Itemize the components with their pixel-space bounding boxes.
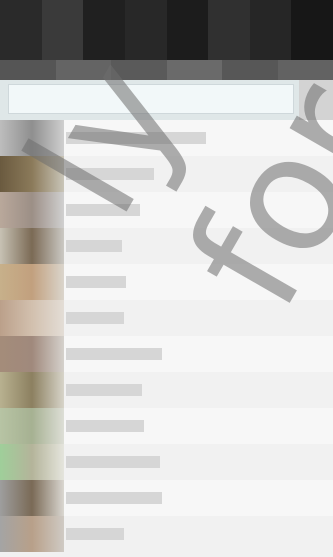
toolbar-button[interactable] [55, 60, 111, 80]
item-title-bar [66, 348, 162, 360]
item-thumbnail [0, 336, 64, 372]
list-item[interactable] [0, 120, 333, 156]
header-segment [166, 0, 209, 60]
list-item[interactable] [0, 480, 333, 516]
toolbar-button[interactable] [111, 60, 167, 80]
item-thumbnail [0, 192, 64, 228]
header-segment [41, 0, 84, 60]
list-item[interactable] [0, 264, 333, 300]
app-header [0, 0, 333, 60]
header-segment [291, 0, 333, 60]
item-thumbnail [0, 408, 64, 444]
list-item[interactable] [0, 408, 333, 444]
toolbar-button[interactable] [166, 60, 222, 80]
header-segment [249, 0, 292, 60]
item-thumbnail [0, 480, 64, 516]
header-segment [124, 0, 167, 60]
list-item[interactable] [0, 156, 333, 192]
list-item[interactable] [0, 516, 333, 552]
toolbar-button[interactable] [277, 60, 333, 80]
item-thumbnail [0, 228, 64, 264]
list-item[interactable] [0, 228, 333, 264]
item-title-bar [66, 384, 142, 396]
item-title-bar [66, 132, 206, 144]
list-item[interactable] [0, 192, 333, 228]
item-thumbnail [0, 264, 64, 300]
item-thumbnail [0, 300, 64, 336]
content-list [0, 120, 333, 557]
item-title-bar [66, 168, 154, 180]
header-segment [0, 0, 42, 60]
item-thumbnail [0, 444, 64, 480]
search-side-panel [299, 80, 333, 120]
item-title-bar [66, 240, 122, 252]
list-item[interactable] [0, 300, 333, 336]
item-thumbnail [0, 120, 64, 156]
header-segment [208, 0, 250, 60]
item-title-bar [66, 204, 140, 216]
item-title-bar [66, 312, 124, 324]
item-title-bar [66, 276, 126, 288]
list-item[interactable] [0, 336, 333, 372]
item-thumbnail [0, 372, 64, 408]
item-title-bar [66, 420, 144, 432]
item-thumbnail [0, 516, 64, 552]
search-area [0, 80, 333, 120]
header-segment [83, 0, 125, 60]
item-title-bar [66, 528, 124, 540]
search-input[interactable] [8, 84, 294, 114]
list-item[interactable] [0, 444, 333, 480]
item-title-bar [66, 456, 160, 468]
toolbar-button[interactable] [222, 60, 278, 80]
item-thumbnail [0, 156, 64, 192]
list-item[interactable] [0, 372, 333, 408]
item-title-bar [66, 492, 162, 504]
toolbar-button[interactable] [0, 60, 56, 80]
toolbar [0, 60, 333, 80]
